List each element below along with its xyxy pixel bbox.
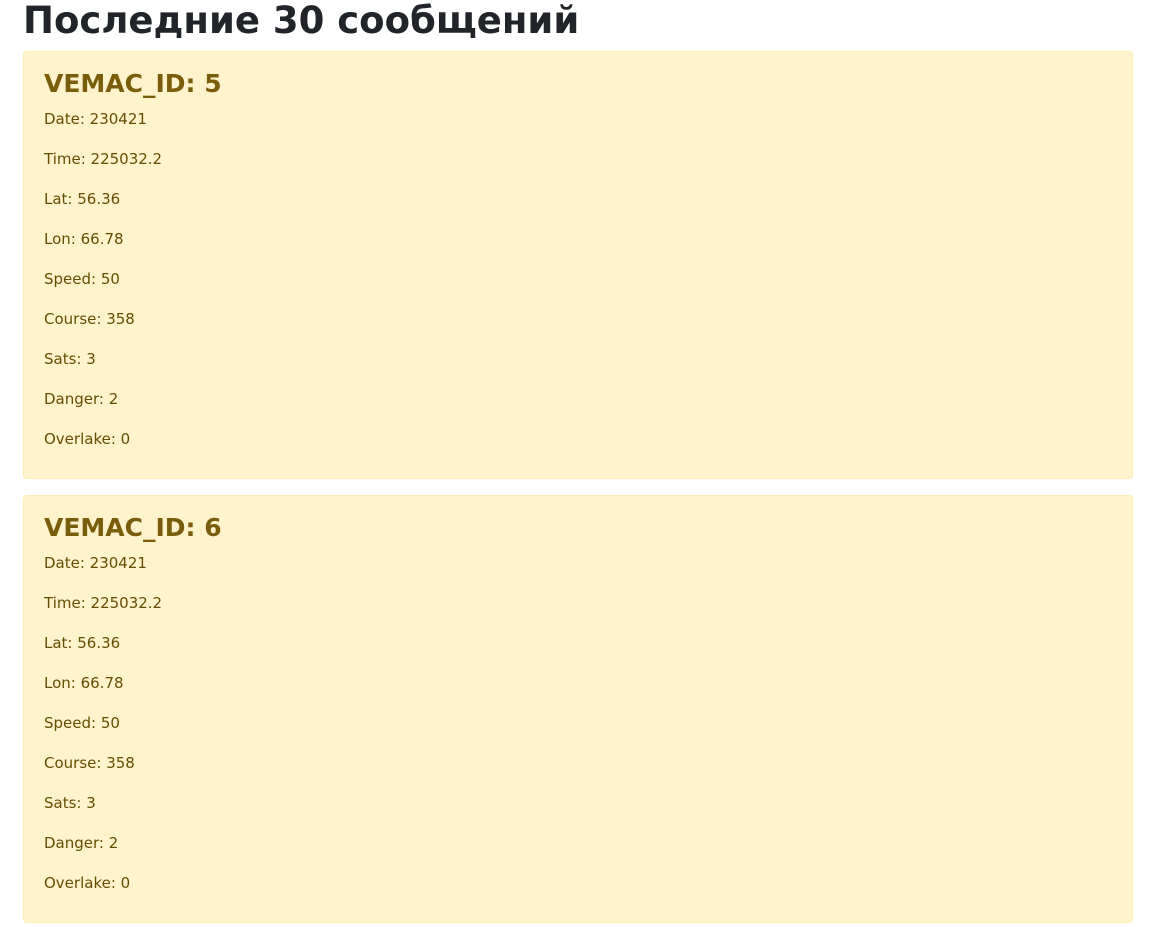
message-title: VEMAC_ID: 6	[44, 513, 222, 542]
field-danger: Danger: 2	[44, 834, 119, 852]
field-lat: Lat: 56.36	[44, 190, 121, 208]
page: Последние 30 сообщений VEMAC_ID: 5 Date:…	[0, 0, 1156, 927]
page-title: Последние 30 сообщений	[23, 0, 580, 42]
field-course: Course: 358	[44, 310, 135, 328]
field-danger: Danger: 2	[44, 390, 119, 408]
field-lon: Lon: 66.78	[44, 230, 124, 248]
field-lon: Lon: 66.78	[44, 674, 124, 692]
field-course: Course: 358	[44, 754, 135, 772]
message-card: VEMAC_ID: 6 Date: 230421 Time: 225032.2 …	[23, 495, 1133, 923]
field-speed: Speed: 50	[44, 714, 120, 732]
message-fields: Date: 230421 Time: 225032.2 Lat: 56.36 L…	[44, 547, 1112, 907]
field-time: Time: 225032.2	[44, 594, 163, 612]
field-lat: Lat: 56.36	[44, 634, 121, 652]
message-title: VEMAC_ID: 5	[44, 69, 222, 98]
field-overlake: Overlake: 0	[44, 874, 131, 892]
message-list: VEMAC_ID: 5 Date: 230421 Time: 225032.2 …	[23, 51, 1133, 927]
field-speed: Speed: 50	[44, 270, 120, 288]
field-time: Time: 225032.2	[44, 150, 163, 168]
field-sats: Sats: 3	[44, 794, 96, 812]
field-date: Date: 230421	[44, 110, 147, 128]
field-sats: Sats: 3	[44, 350, 96, 368]
message-fields: Date: 230421 Time: 225032.2 Lat: 56.36 L…	[44, 103, 1112, 463]
field-date: Date: 230421	[44, 554, 147, 572]
field-overlake: Overlake: 0	[44, 430, 131, 448]
message-card: VEMAC_ID: 5 Date: 230421 Time: 225032.2 …	[23, 51, 1133, 479]
